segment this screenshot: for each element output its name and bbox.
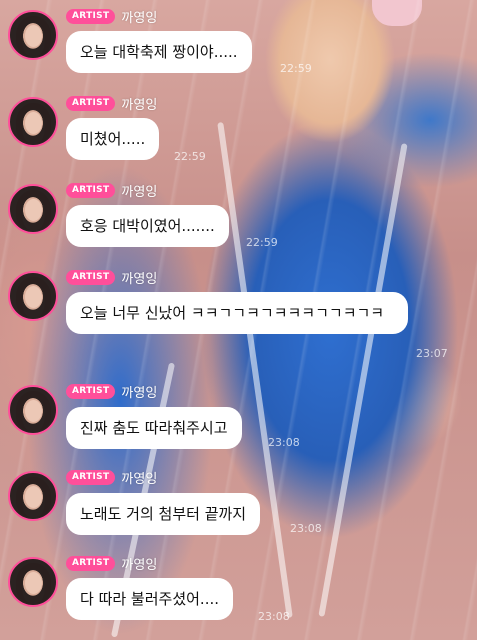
message-header: ARTIST 까영잉 (66, 181, 158, 200)
message-time: 22:59 (246, 236, 278, 249)
artist-badge: ARTIST (66, 555, 116, 571)
message-bubble: 호응 대박이였어....... (66, 205, 229, 247)
artist-name: 까영잉 (121, 10, 158, 26)
artist-avatar[interactable] (8, 385, 58, 435)
artist-name: 까영잉 (121, 97, 158, 113)
message-time: 22:59 (174, 150, 206, 163)
message-time: 23:08 (258, 610, 290, 623)
message-bubble: 진짜 춤도 따라춰주시고 (66, 407, 242, 449)
message-bubble: 오늘 너무 신났어 ㅋㅋㄱㄱㅋㄱㅋㅋㅋㄱㄱㅋㄱㅋ (66, 292, 408, 334)
artist-name: 까영잉 (121, 184, 158, 200)
artist-avatar[interactable] (8, 97, 58, 147)
message-bubble: 노래도 거의 첨부터 끝까지 (66, 493, 261, 535)
artist-badge: ARTIST (66, 383, 116, 399)
artist-avatar[interactable] (8, 471, 58, 521)
message-bubble: 미쳤어..... (66, 118, 160, 160)
artist-badge: ARTIST (66, 95, 116, 111)
artist-name: 까영잉 (121, 471, 158, 487)
message-bubble: 다 따라 불러주셨어.... (66, 578, 234, 620)
background-stripe (217, 122, 293, 618)
message-bubble: 오늘 대학축제 짱이야..... (66, 31, 252, 73)
message-header: ARTIST 까영잉 (66, 468, 158, 487)
artist-name: 까영잉 (121, 271, 158, 287)
message-time: 23:08 (268, 436, 300, 449)
artist-name: 까영잉 (121, 385, 158, 401)
message-header: ARTIST 까영잉 (66, 7, 158, 26)
background-cap-shape (372, 0, 422, 26)
artist-badge: ARTIST (66, 8, 116, 24)
artist-avatar[interactable] (8, 557, 58, 607)
artist-badge: ARTIST (66, 469, 116, 485)
message-header: ARTIST 까영잉 (66, 94, 158, 113)
message-time: 23:08 (290, 522, 322, 535)
message-time: 22:59 (280, 62, 312, 75)
artist-avatar[interactable] (8, 184, 58, 234)
artist-badge: ARTIST (66, 182, 116, 198)
artist-avatar[interactable] (8, 271, 58, 321)
artist-badge: ARTIST (66, 269, 116, 285)
artist-name: 까영잉 (121, 557, 158, 573)
message-time: 23:07 (416, 347, 448, 360)
message-header: ARTIST 까영잉 (66, 268, 158, 287)
message-header: ARTIST 까영잉 (66, 554, 158, 573)
message-header: ARTIST 까영잉 (66, 382, 158, 401)
artist-avatar[interactable] (8, 10, 58, 60)
background-stripe (318, 143, 408, 617)
